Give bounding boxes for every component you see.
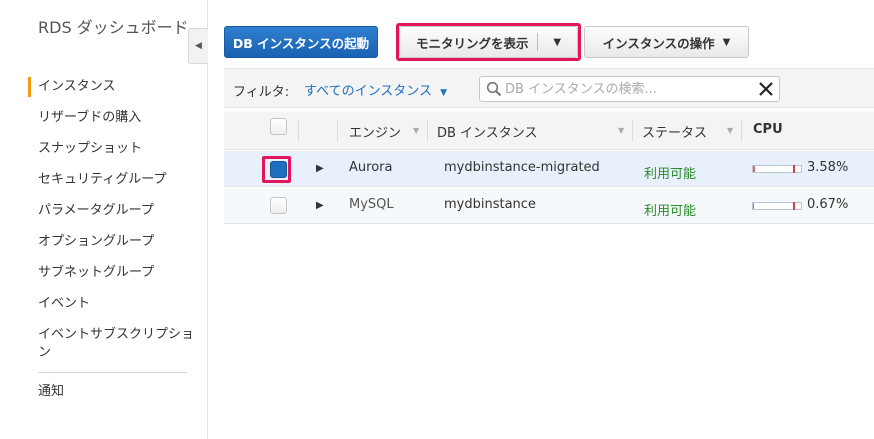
- column-header-db-instance[interactable]: DB インスタンス: [437, 122, 538, 141]
- filter-bar: フィルタ: すべてのインスタンス ▼: [224, 68, 874, 108]
- table-row[interactable]: ▶ Aurora mydbinstance-migrated 利用可能 3.58…: [224, 151, 874, 187]
- cpu-usage-bar: [752, 202, 802, 210]
- sidebar-item-reserved-purchase[interactable]: リザーブドの購入: [38, 109, 198, 127]
- sidebar-item-snapshots[interactable]: スナップショット: [38, 140, 198, 158]
- sort-icon: ▼: [413, 126, 420, 135]
- show-monitoring-button[interactable]: モニタリングを表示 ▼: [399, 26, 578, 58]
- table-row[interactable]: ▶ MySQL mydbinstance 利用可能 0.67%: [224, 188, 874, 224]
- row-engine: MySQL: [349, 197, 394, 212]
- column-divider: [427, 120, 428, 142]
- launch-db-instance-label: DB インスタンスの起動: [232, 35, 370, 51]
- cpu-threshold-marker: [793, 165, 795, 173]
- sidebar-item-security-groups[interactable]: セキュリティグループ: [38, 171, 198, 189]
- cpu-usage-bar: [752, 165, 802, 173]
- row-engine: Aurora: [349, 160, 393, 175]
- cpu-usage-fill: [753, 166, 755, 172]
- column-divider: [632, 120, 633, 142]
- sidebar-title[interactable]: RDS ダッシュボード: [38, 17, 198, 39]
- sidebar-divider: [38, 372, 187, 373]
- sort-icon: ▼: [727, 126, 734, 135]
- row-db-instance[interactable]: mydbinstance: [444, 197, 536, 212]
- chevron-down-icon: ▼: [722, 36, 731, 48]
- close-icon[interactable]: [758, 81, 774, 97]
- column-divider: [298, 120, 299, 142]
- expand-icon[interactable]: ▶: [316, 200, 324, 211]
- cpu-threshold-marker: [793, 202, 795, 210]
- row-checkbox[interactable]: [270, 161, 287, 178]
- row-status: 利用可能: [644, 204, 697, 219]
- row-checkbox[interactable]: [270, 197, 287, 214]
- sidebar-item-notifications[interactable]: 通知: [38, 383, 198, 401]
- filter-label: フィルタ:: [233, 85, 290, 100]
- chevron-left-icon: ◀: [195, 41, 202, 51]
- column-header-engine[interactable]: エンジン: [349, 122, 401, 141]
- instance-filter-dropdown[interactable]: すべてのインスタンス ▼: [304, 80, 447, 99]
- row-db-instance[interactable]: mydbinstance-migrated: [444, 160, 600, 175]
- instance-actions-button[interactable]: インスタンスの操作 ▼: [584, 26, 749, 58]
- sort-icon: ▼: [618, 126, 625, 135]
- show-monitoring-label: モニタリングを表示: [416, 35, 529, 51]
- row-cpu: 3.58%: [807, 160, 849, 175]
- column-header-cpu[interactable]: CPU: [753, 122, 783, 137]
- sidebar-collapse-button[interactable]: ◀: [188, 28, 208, 64]
- sidebar-item-parameter-groups[interactable]: パラメータグループ: [38, 202, 198, 220]
- search-box: [479, 76, 780, 102]
- search-icon: [486, 81, 502, 97]
- launch-db-instance-button[interactable]: DB インスタンスの起動: [224, 26, 378, 58]
- row-status: 利用可能: [644, 167, 697, 182]
- column-header-status[interactable]: ステータス: [642, 122, 707, 141]
- sidebar-item-subnet-groups[interactable]: サブネットグループ: [38, 264, 198, 282]
- column-divider: [741, 120, 742, 142]
- select-all-checkbox[interactable]: [270, 118, 287, 135]
- row-cpu: 0.67%: [807, 197, 849, 212]
- table-header: エンジン ▼ DB インスタンス ▼ ステータス ▼ CPU: [224, 112, 874, 150]
- chevron-down-icon[interactable]: ▼: [537, 37, 577, 48]
- chevron-down-icon: ▼: [440, 88, 447, 98]
- sidebar: RDS ダッシュボード インスタンス リザーブドの購入 スナップショット セキュ…: [0, 0, 208, 439]
- column-divider: [337, 120, 338, 142]
- expand-icon[interactable]: ▶: [316, 163, 324, 174]
- search-input[interactable]: [505, 80, 745, 98]
- main-content: DB インスタンスの起動 モニタリングを表示 ▼ インスタンスの操作 ▼ フィル…: [209, 0, 874, 439]
- sidebar-item-events[interactable]: イベント: [38, 295, 198, 313]
- instance-filter-value: すべてのインスタンス: [304, 84, 433, 99]
- sidebar-active-indicator: [28, 77, 31, 97]
- sidebar-item-option-groups[interactable]: オプショングループ: [38, 233, 198, 251]
- sidebar-item-instances[interactable]: インスタンス: [38, 78, 198, 96]
- instance-actions-label: インスタンスの操作: [602, 35, 715, 51]
- sidebar-item-event-subscriptions[interactable]: イベントサブスクリプション: [38, 326, 198, 362]
